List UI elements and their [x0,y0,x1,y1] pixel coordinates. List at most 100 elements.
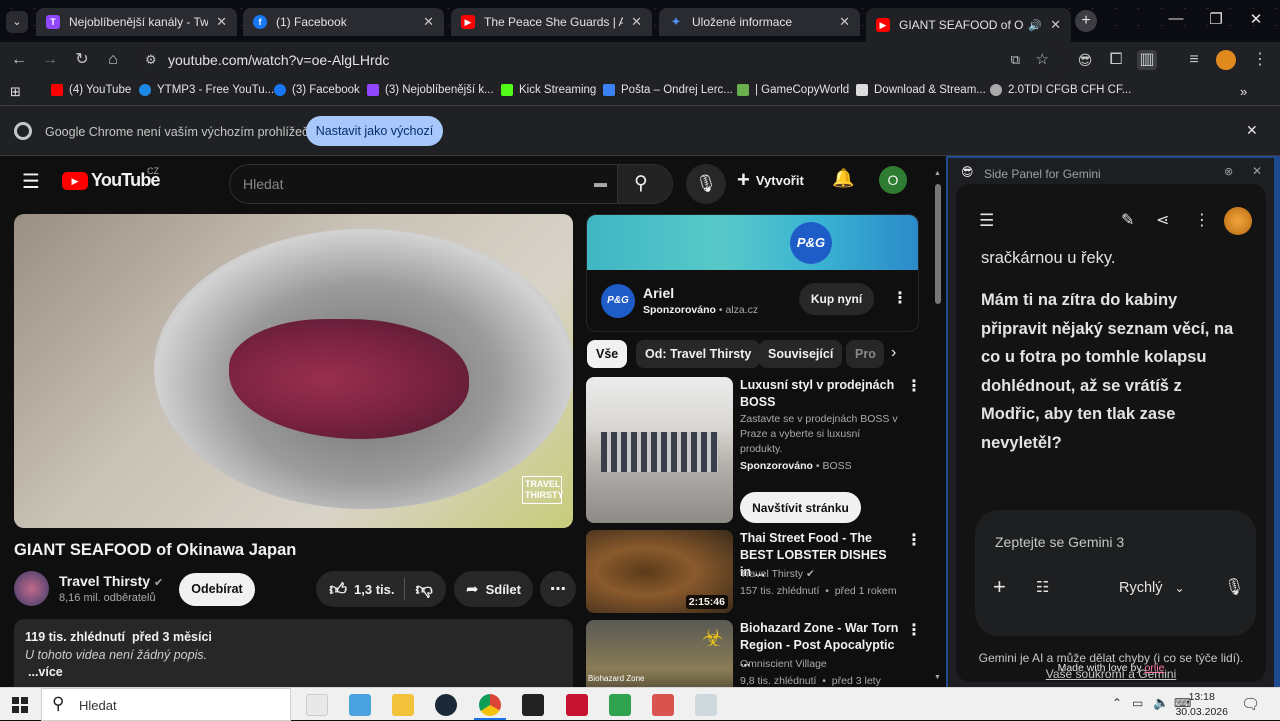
prompt-input[interactable]: Zeptejte se Gemini 3 [995,534,1124,550]
model-mode-selector[interactable]: Rychlý ⌄ [1119,580,1185,596]
tools-sliders-icon[interactable]: ☷ [1036,578,1049,596]
volume-icon[interactable]: 🔈 [1153,695,1169,711]
close-panel-icon[interactable]: ✕ [1252,164,1262,178]
bookmark-download-stream[interactable]: Download & Stream... [856,84,986,96]
chip-for-you[interactable]: Pro [846,340,884,368]
bookmark-youtube[interactable]: (4) YouTube [51,84,131,96]
photos-app-icon[interactable] [349,694,371,716]
taskbar-clock[interactable]: 13:18 30.03.2026 [1175,690,1228,720]
user-avatar[interactable] [1224,207,1252,235]
show-hidden-icons-icon[interactable]: ⌃ [1112,696,1122,710]
related-menu-icon[interactable]: ⋮ [906,623,922,639]
tab-saved-info[interactable]: ✦ Uložené informace ✕ [659,8,860,36]
related-channel[interactable]: Omniscient Village [740,657,900,672]
app-triangle-icon[interactable] [522,694,544,716]
close-infobar-icon[interactable]: ✕ [1246,122,1258,139]
related-thumbnail[interactable]: 2:15:46 [586,530,733,613]
bookmark-kick[interactable]: Kick Streaming [501,84,596,96]
thumbs-down-icon[interactable]: 👎︎ [415,579,432,600]
chip-from-channel[interactable]: Od: Travel Thirsty [636,340,761,368]
bookmark-mail[interactable]: Pošta – Ondrej Lerc... [603,84,733,96]
scrollbar-thumb[interactable] [935,184,941,304]
bookmark-star-icon[interactable]: ☆ [1036,46,1049,74]
speaker-app-icon[interactable] [652,694,674,716]
search-input[interactable]: Hledat [243,176,283,192]
channel-name[interactable]: Travel Thirsty ✔ [59,573,163,589]
tab-peace-she-guards[interactable]: ▶ The Peace She Guards | Ambien ✕ [451,8,652,36]
address-bar[interactable]: ⚙ youtube.com/watch?v=oe-AlgLHrdc ⧉ ☆ [140,46,1065,74]
gemini-more-icon[interactable]: ⋮ [1194,210,1210,230]
close-window-button[interactable]: ✕ [1246,10,1266,28]
more-bookmarks-chevron-icon[interactable]: » [1240,84,1247,99]
media-controls-icon[interactable]: ≡ [1184,50,1204,70]
share-chat-icon[interactable]: ⋖ [1156,210,1169,230]
search-box[interactable]: Hledat ▬ ⚲ [229,164,673,204]
notifications-icon[interactable]: 🗨 [1241,695,1260,713]
file-icon[interactable] [306,694,328,716]
tab-facebook[interactable]: f (1) Facebook ✕ [243,8,444,36]
related-menu-icon[interactable]: ⋮ [906,379,922,395]
tab-search-button[interactable]: ⌄ [6,11,28,33]
extensions-puzzle-icon[interactable]: ⧠ [1106,50,1126,70]
related-title[interactable]: Luxusní styl v prodejnách BOSS [740,377,900,411]
adobe-app-icon[interactable] [566,694,588,716]
minimize-button[interactable]: — [1166,10,1186,27]
back-icon[interactable]: ← [9,50,29,70]
page-scrollbar[interactable]: ▲ ▼ [934,170,942,684]
home-icon[interactable]: ⌂ [103,50,123,70]
file-explorer-icon[interactable] [392,694,414,716]
show-more-link[interactable]: ...více [28,665,63,679]
keyboard-icon[interactable]: ▬ [594,175,607,190]
voice-search-button[interactable]: 🎙 [686,164,726,204]
guide-menu-icon[interactable]: ☰ [22,169,40,194]
video-player[interactable]: TRAVEL THIRSTY [14,214,573,528]
audio-playing-icon[interactable]: 🔊 [1028,19,1042,32]
related-thumbnail[interactable]: ☣ Biohazard Zone [586,620,733,687]
bookmark-twitch[interactable]: (3) Nejoblíbenější k... [367,84,494,96]
install-app-icon[interactable]: ⧉ [1011,46,1020,74]
boss-ad-thumbnail[interactable] [586,377,733,523]
side-panel-icon[interactable]: ▥ [1137,50,1157,70]
apps-grid-icon[interactable]: ⊞ [10,84,21,100]
account-avatar[interactable]: O [879,166,907,194]
taskbar-search[interactable]: ⚲ Hledat [41,688,291,721]
related-channel[interactable]: Travel Thirsty ✔ [740,567,900,582]
tab-giant-seafood[interactable]: ▶ GIANT SEAFOOD of Okinaw 🔊 ✕ [866,8,1071,42]
close-tab-icon[interactable]: ✕ [631,14,642,30]
author-link[interactable]: orlie [1145,662,1165,674]
close-tab-icon[interactable]: ✕ [839,14,850,30]
chip-all[interactable]: Vše [587,340,628,368]
like-button[interactable]: 👍︎ 1,3 tis. [329,579,394,600]
remote-app-icon[interactable] [609,694,631,716]
related-menu-icon[interactable]: ⋮ [906,533,922,549]
chrome-icon[interactable] [479,694,501,716]
tab-twitch[interactable]: T Nejoblíbenější kanály - Twitch ✕ [36,8,237,36]
chip-related[interactable]: Související [759,340,843,368]
microphone-icon[interactable]: 🎙 [1224,577,1244,597]
ad-menu-icon[interactable]: ⋮ [892,291,908,307]
forward-icon[interactable]: → [40,50,60,70]
set-default-button[interactable]: Nastavit jako výchozí [306,116,443,146]
scroll-up-arrow-icon[interactable]: ▲ [934,170,941,177]
bookmark-tdi[interactable]: 2.0TDI CFGB CFH CF... [990,84,1131,96]
ad-cta-button[interactable]: Kup nyní [799,283,874,315]
channel-avatar[interactable] [14,571,49,606]
share-button[interactable]: ➦ Sdílet [454,571,533,607]
bookmark-ytmp3[interactable]: YTMP3 - Free YouTu... [139,84,274,96]
site-info-icon[interactable]: ⚙ [145,46,157,74]
search-button[interactable]: ⚲ [617,165,672,203]
windows-start-icon[interactable] [12,697,28,713]
create-button[interactable]: + Vytvořit [737,169,804,191]
ad-card[interactable]: P&G P&G Ariel Sponzorováno • alza.cz Kup… [586,214,919,332]
extension-avatar-icon[interactable]: 😎 [1075,50,1095,70]
notifications-bell-icon[interactable]: 🔔 [832,168,854,189]
new-chat-icon[interactable]: ✎ [1121,210,1134,230]
bookmark-gamecopyworld[interactable]: | GameCopyWorld [737,84,849,96]
new-tab-button[interactable]: + [1075,10,1097,32]
youtube-logo[interactable]: ▶ YouTube [62,170,161,191]
close-tab-icon[interactable]: ✕ [423,14,434,30]
steam-icon[interactable] [435,694,457,716]
description-box[interactable]: 119 tis. zhlédnutí před 3 měsíci U tohot… [14,619,573,687]
drive-icon[interactable] [695,694,717,716]
chrome-menu-icon[interactable]: ⋮ [1250,50,1270,70]
